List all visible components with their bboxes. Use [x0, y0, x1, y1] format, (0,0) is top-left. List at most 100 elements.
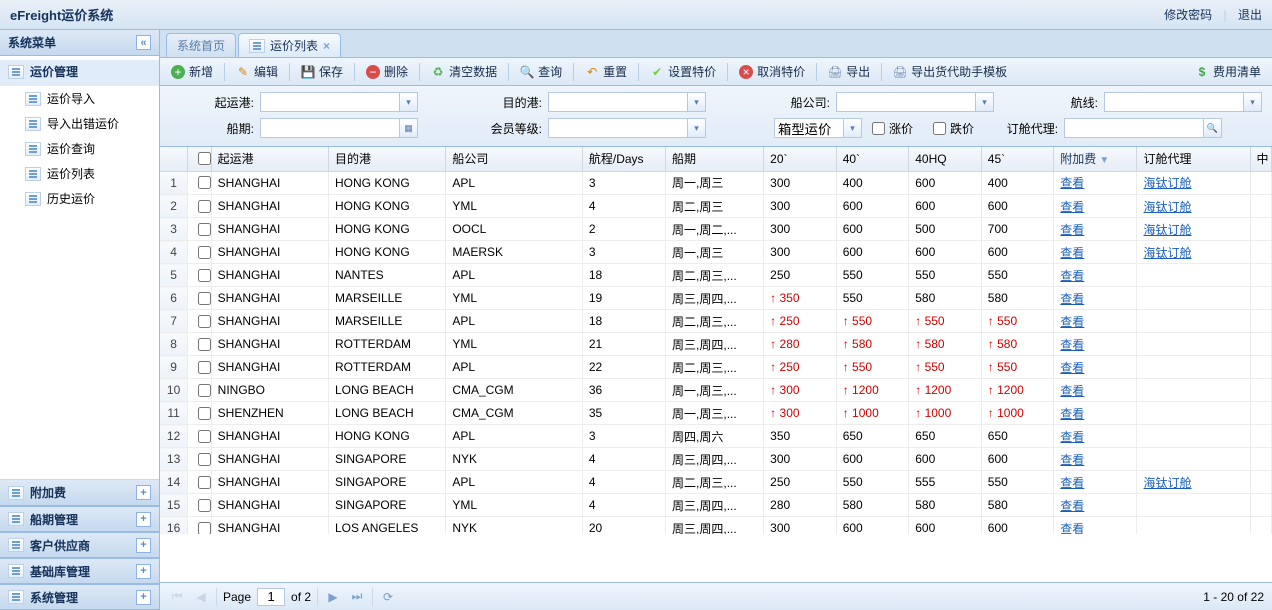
table-row[interactable]: 11SHENZHENLONG BEACHCMA_CGM35周一,周三,...30…	[160, 402, 1272, 425]
expand-icon[interactable]: +	[136, 590, 151, 605]
table-row[interactable]: 10NINGBOLONG BEACHCMA_CGM36周一,周三,...3001…	[160, 379, 1272, 402]
row-checkbox[interactable]	[198, 200, 211, 213]
col-last[interactable]: 中	[1250, 147, 1271, 171]
table-row[interactable]: 4SHANGHAIHONG KONGMAERSK3周一,周三3006006006…	[160, 241, 1272, 264]
delete-button[interactable]: −删除	[361, 61, 413, 82]
page-input[interactable]	[257, 588, 285, 606]
booking-agent-link[interactable]: 海钛订舱	[1143, 200, 1191, 214]
change-password-link[interactable]: 修改密码	[1164, 8, 1212, 22]
row-checkbox[interactable]	[198, 453, 211, 466]
col-20[interactable]: 20`	[764, 147, 837, 171]
booking-agent-link[interactable]: 海钛订舱	[1143, 476, 1191, 490]
dropdown-icon[interactable]: ▾	[1244, 92, 1262, 112]
sidebar-group[interactable]: 附加费+	[0, 480, 159, 506]
export-template-button[interactable]: 🖨导出货代助手模板	[888, 61, 1012, 82]
view-surcharge-link[interactable]: 查看	[1060, 292, 1084, 306]
booking-agent-link[interactable]: 海钛订舱	[1143, 246, 1191, 260]
row-checkbox[interactable]	[198, 361, 211, 374]
view-surcharge-link[interactable]: 查看	[1060, 269, 1084, 283]
logout-link[interactable]: 退出	[1238, 8, 1262, 22]
view-surcharge-link[interactable]: 查看	[1060, 223, 1084, 237]
grid-scroll[interactable]: 1SHANGHAIHONG KONGAPL3周一,周三300400600400查…	[160, 172, 1272, 534]
route-input[interactable]	[1104, 92, 1244, 112]
col-40hq[interactable]: 40HQ	[909, 147, 982, 171]
view-surcharge-link[interactable]: 查看	[1060, 176, 1084, 190]
price-down-checkbox[interactable]	[933, 122, 946, 135]
level-input[interactable]	[548, 118, 688, 138]
sidebar-item[interactable]: 历史运价	[0, 186, 159, 211]
row-checkbox[interactable]	[198, 430, 211, 443]
sidebar-group[interactable]: 船期管理+	[0, 506, 159, 532]
view-surcharge-link[interactable]: 查看	[1060, 453, 1084, 467]
schedule-input[interactable]	[260, 118, 400, 138]
col-dest[interactable]: 目的港	[329, 147, 446, 171]
save-button[interactable]: 💾保存	[296, 61, 348, 82]
view-surcharge-link[interactable]: 查看	[1060, 315, 1084, 329]
col-45[interactable]: 45`	[981, 147, 1054, 171]
cancel-special-button[interactable]: ×取消特价	[734, 61, 810, 82]
dropdown-icon[interactable]: ▾	[688, 92, 706, 112]
row-checkbox[interactable]	[198, 476, 211, 489]
add-button[interactable]: +新增	[166, 61, 218, 82]
expand-icon[interactable]: +	[136, 538, 151, 553]
booking-agent-link[interactable]: 海钛订舱	[1143, 223, 1191, 237]
row-checkbox[interactable]	[198, 292, 211, 305]
clear-button[interactable]: ♻清空数据	[426, 61, 502, 82]
set-special-button[interactable]: ✔设置特价	[645, 61, 721, 82]
agent-input[interactable]	[1064, 118, 1204, 138]
col-origin[interactable]: 起运港	[211, 147, 328, 171]
fee-list-button[interactable]: $费用清单	[1190, 61, 1266, 82]
close-tab-icon[interactable]: ×	[323, 39, 330, 53]
sidebar-group[interactable]: 系统管理+	[0, 584, 159, 610]
prev-page-button[interactable]: ◀	[192, 588, 210, 606]
refresh-button[interactable]: ⟳	[379, 588, 397, 606]
origin-input[interactable]	[260, 92, 400, 112]
booking-agent-link[interactable]: 海钛订舱	[1143, 176, 1191, 190]
view-surcharge-link[interactable]: 查看	[1060, 384, 1084, 398]
sidebar-item[interactable]: 导入出错运价	[0, 111, 159, 136]
sidebar-item[interactable]: 运价列表	[0, 161, 159, 186]
calendar-icon[interactable]: ▦	[400, 118, 418, 138]
box-type-input[interactable]	[774, 118, 844, 138]
col-agent[interactable]: 订舱代理	[1137, 147, 1250, 171]
table-row[interactable]: 6SHANGHAIMARSEILLEYML19周三,周四,...35055058…	[160, 287, 1272, 310]
export-button[interactable]: 🖨导出	[823, 61, 875, 82]
carrier-input[interactable]	[836, 92, 976, 112]
table-row[interactable]: 3SHANGHAIHONG KONGOOCL2周一,周二,...30060050…	[160, 218, 1272, 241]
table-row[interactable]: 14SHANGHAISINGAPOREAPL4周二,周三,...25055055…	[160, 471, 1272, 494]
table-row[interactable]: 16SHANGHAILOS ANGELESNYK20周三,周四,...30060…	[160, 517, 1272, 534]
table-row[interactable]: 12SHANGHAIHONG KONGAPL3周四,周六350650650650…	[160, 425, 1272, 448]
view-surcharge-link[interactable]: 查看	[1060, 499, 1084, 513]
sidebar-group[interactable]: 基础库管理+	[0, 558, 159, 584]
table-row[interactable]: 7SHANGHAIMARSEILLEAPL18周二,周三,...25055055…	[160, 310, 1272, 333]
view-surcharge-link[interactable]: 查看	[1060, 246, 1084, 260]
col-surcharge[interactable]: 附加费▼	[1054, 147, 1137, 171]
nav-group-title[interactable]: 运价管理	[0, 60, 159, 86]
view-surcharge-link[interactable]: 查看	[1060, 476, 1084, 490]
expand-icon[interactable]: +	[136, 564, 151, 579]
row-checkbox[interactable]	[198, 269, 211, 282]
col-voyage[interactable]: 航程/Days	[582, 147, 665, 171]
first-page-button[interactable]: ⏮	[168, 588, 186, 606]
table-row[interactable]: 2SHANGHAIHONG KONGYML4周二,周三300600600600查…	[160, 195, 1272, 218]
row-checkbox[interactable]	[198, 246, 211, 259]
expand-icon[interactable]: +	[136, 512, 151, 527]
row-checkbox[interactable]	[198, 522, 211, 534]
dropdown-icon[interactable]: ▾	[976, 92, 994, 112]
view-surcharge-link[interactable]: 查看	[1060, 430, 1084, 444]
collapse-sidebar-icon[interactable]: «	[136, 35, 151, 50]
tab-rate-list[interactable]: 运价列表 ×	[238, 33, 341, 57]
row-checkbox[interactable]	[198, 338, 211, 351]
price-up-checkbox[interactable]	[872, 122, 885, 135]
col-schedule[interactable]: 船期	[666, 147, 764, 171]
col-rownum[interactable]	[160, 147, 188, 171]
table-row[interactable]: 15SHANGHAISINGAPOREYML4周三,周四,...28058058…	[160, 494, 1272, 517]
col-carrier[interactable]: 船公司	[446, 147, 583, 171]
row-checkbox[interactable]	[198, 223, 211, 236]
view-surcharge-link[interactable]: 查看	[1060, 361, 1084, 375]
search-trigger-icon[interactable]: 🔍	[1204, 118, 1222, 138]
dropdown-icon[interactable]: ▾	[844, 118, 862, 138]
sidebar-group[interactable]: 客户供应商+	[0, 532, 159, 558]
table-row[interactable]: 13SHANGHAISINGAPORENYK4周三,周四,...30060060…	[160, 448, 1272, 471]
expand-icon[interactable]: +	[136, 485, 151, 500]
